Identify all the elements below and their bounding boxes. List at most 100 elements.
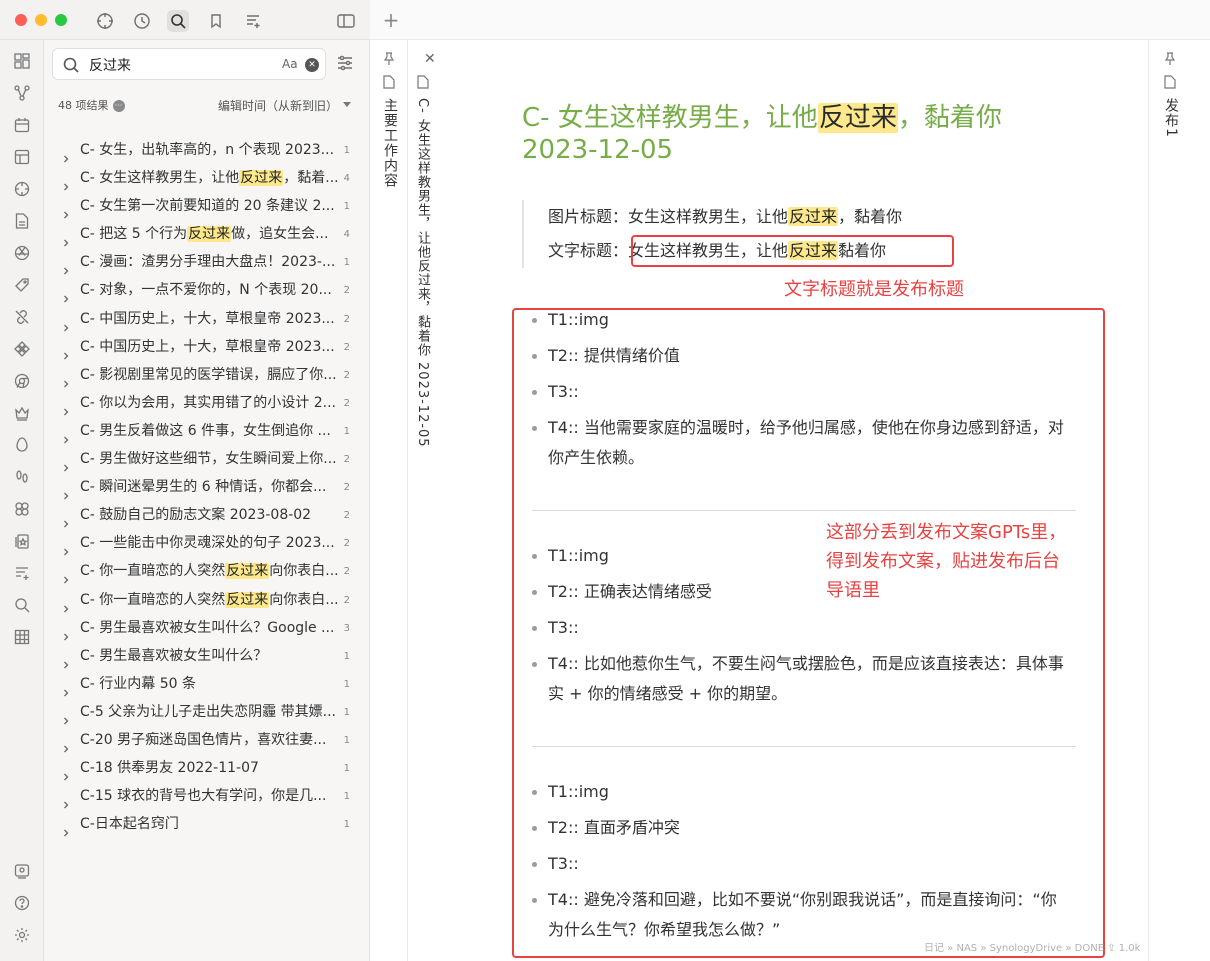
result-title[interactable]: C-日本起名窍门: [80, 810, 338, 838]
result-title[interactable]: C- 一些能击中你灵魂深处的句子 2023...: [80, 529, 338, 557]
egg-icon[interactable]: [13, 436, 31, 454]
result-title[interactable]: C- 女生这样教男生，让他反过来，黏着...: [80, 164, 338, 192]
result-title[interactable]: C-18 供奉男友 2022-11-07: [80, 754, 338, 782]
chevron-right-icon[interactable]: [62, 538, 70, 556]
search-result-item[interactable]: C-日本起名窍门 1: [56, 810, 356, 838]
clear-search-icon[interactable]: ✕: [305, 58, 319, 72]
search-result-item[interactable]: C- 你一直暗恋的人突然反过来向你表白... 2: [56, 557, 356, 585]
list-item[interactable]: T3::: [532, 613, 1072, 643]
list-item[interactable]: T2:: 提供情绪价值: [532, 341, 1072, 371]
result-title[interactable]: C- 对象，一点不爱你的，N 个表现 20...: [80, 276, 338, 304]
crown-icon[interactable]: [13, 404, 31, 422]
result-title[interactable]: C- 女生第一次前要知道的 20 条建议 2...: [80, 192, 338, 220]
result-title[interactable]: C- 中国历史上，十大，草根皇帝 2023...: [80, 333, 338, 361]
footprints-icon[interactable]: [13, 468, 31, 486]
search-result-item[interactable]: C- 一些能击中你灵魂深处的句子 2023... 2: [56, 529, 356, 557]
search-result-item[interactable]: C- 男生反着做这 6 件事，女生倒追你 ... 1: [56, 417, 356, 445]
search-result-item[interactable]: C- 女生第一次前要知道的 20 条建议 2... 1: [56, 192, 356, 220]
table-icon[interactable]: [13, 628, 31, 646]
result-title[interactable]: C- 男生最喜欢被女生叫什么？: [80, 642, 338, 670]
result-title[interactable]: C- 影视剧里常见的医学错误，膈应了你...: [80, 361, 338, 389]
search-result-item[interactable]: C- 漫画：渣男分手理由大盘点！2023-... 1: [56, 248, 356, 276]
list-item[interactable]: T3::: [532, 377, 1072, 407]
help-icon[interactable]: [13, 894, 31, 912]
list-add-icon[interactable]: [13, 564, 31, 582]
search-icon[interactable]: [13, 596, 31, 614]
search-result-item[interactable]: C- 你一直暗恋的人突然反过来向你表白... 2: [56, 586, 356, 614]
search-result-item[interactable]: C- 男生最喜欢被女生叫什么？ 1: [56, 642, 356, 670]
search-result-item[interactable]: C-20 男子痴迷岛国色情片，喜欢往妻... 1: [56, 726, 356, 754]
crosshair-icon[interactable]: [94, 10, 116, 32]
note-editor[interactable]: C- 女生这样教男生，让他反过来，黏着你 2023-12-05 图片标题：女生这…: [438, 40, 1148, 961]
search-result-item[interactable]: C-5 父亲为让儿子走出失恋阴霾 带其嫖... 1: [56, 698, 356, 726]
close-window-button[interactable]: [15, 14, 27, 26]
search-result-item[interactable]: C-18 供奉男友 2022-11-07 1: [56, 754, 356, 782]
file-icon[interactable]: [13, 212, 31, 230]
search-result-item[interactable]: C- 中国历史上，十大，草根皇帝 2023... 2: [56, 305, 356, 333]
list-item[interactable]: T3::: [532, 849, 1072, 879]
chevron-right-icon[interactable]: [62, 370, 70, 388]
chevron-right-icon[interactable]: [62, 595, 70, 612]
list-item[interactable]: T4:: 当他需要家庭的温暖时，给予他归属感，使他在你身边感到舒适，对你产生依赖…: [532, 413, 1072, 473]
chevron-right-icon[interactable]: [62, 257, 70, 275]
aperture-icon[interactable]: [13, 244, 31, 262]
chevron-right-icon[interactable]: [62, 651, 70, 669]
chevron-right-icon[interactable]: [62, 454, 70, 472]
result-title[interactable]: C- 你一直暗恋的人突然反过来向你表白...: [80, 586, 338, 614]
list-item[interactable]: T1::img: [532, 541, 1072, 571]
result-title[interactable]: C- 鼓励自己的励志文案 2023-08-02: [80, 501, 338, 529]
calendar-icon[interactable]: [13, 116, 31, 134]
pin-icon[interactable]: [382, 51, 396, 65]
plugin-icon[interactable]: [13, 340, 31, 358]
search-result-item[interactable]: C- 男生最喜欢被女生叫什么？Google ... 3: [56, 614, 356, 642]
chevron-right-icon[interactable]: [62, 482, 70, 500]
chevron-right-icon[interactable]: [62, 229, 70, 247]
tab-active-note[interactable]: C- 女生这样教男生，让他反过来，黏着你 2023-12-05: [408, 40, 438, 961]
search-result-item[interactable]: C- 把这 5 个行为反过来做，追女生会... 4: [56, 220, 356, 248]
list-item[interactable]: T4:: 避免冷落和回避，比如不要说“你别跟我说话”，而是直接询问：“你为什么生…: [532, 885, 1072, 945]
link-off-icon[interactable]: [13, 308, 31, 326]
layout-icon[interactable]: [13, 148, 31, 166]
match-case-button[interactable]: Aa: [282, 57, 298, 71]
settings-gear-icon[interactable]: [13, 926, 31, 944]
chevron-right-icon[interactable]: [62, 763, 70, 781]
new-tab-button[interactable]: +: [380, 9, 402, 31]
chevron-right-icon[interactable]: [62, 510, 70, 528]
chevron-right-icon[interactable]: [62, 173, 70, 191]
result-title[interactable]: C- 行业内幕 50 条: [80, 670, 338, 698]
result-title[interactable]: C- 男生做好这些细节，女生瞬间爱上你...: [80, 445, 338, 473]
search-result-item[interactable]: C- 影视剧里常见的医学错误，膈应了你... 2: [56, 361, 356, 389]
chevron-right-icon[interactable]: [62, 623, 70, 641]
result-title[interactable]: C- 男生反着做这 6 件事，女生倒追你 ...: [80, 417, 338, 445]
result-title[interactable]: C- 漫画：渣男分手理由大盘点！2023-...: [80, 248, 338, 276]
sort-caret-icon[interactable]: [343, 102, 351, 107]
chevron-right-icon[interactable]: [62, 285, 70, 303]
search-input[interactable]: 反过来 Aa ✕: [52, 48, 326, 80]
result-title[interactable]: C- 把这 5 个行为反过来做，追女生会...: [80, 220, 338, 248]
result-title[interactable]: C- 女生，出轨率高的，n 个表现 2023...: [80, 136, 338, 164]
search-result-item[interactable]: C-15 球衣的背号也大有学问，你是几... 1: [56, 782, 356, 810]
search-query[interactable]: 反过来: [89, 55, 131, 75]
chevron-right-icon[interactable]: [62, 707, 70, 725]
clock-icon[interactable]: [131, 10, 153, 32]
chevron-right-icon[interactable]: [62, 201, 70, 219]
chevron-right-icon[interactable]: [62, 314, 70, 332]
result-title[interactable]: C- 你以为会用，其实用错了的小设计 2...: [80, 389, 338, 417]
result-title[interactable]: C- 你一直暗恋的人突然反过来向你表白...: [80, 557, 338, 585]
result-title[interactable]: C-20 男子痴迷岛国色情片，喜欢往妻...: [80, 726, 338, 754]
result-title[interactable]: C- 男生最喜欢被女生叫什么？Google ...: [80, 614, 338, 642]
search-result-item[interactable]: C- 女生这样教男生，让他反过来，黏着... 4: [56, 164, 356, 192]
chevron-right-icon[interactable]: [62, 342, 70, 360]
search-result-item[interactable]: C- 女生，出轨率高的，n 个表现 2023... 1: [56, 136, 356, 164]
pin-icon[interactable]: [1163, 51, 1177, 65]
target-icon[interactable]: [13, 180, 31, 198]
dashboard-icon[interactable]: [13, 52, 31, 70]
list-item[interactable]: T1::img: [532, 777, 1072, 807]
chevron-right-icon[interactable]: [62, 566, 70, 584]
graph-icon[interactable]: [13, 84, 31, 102]
chevron-right-icon[interactable]: [62, 735, 70, 753]
result-title[interactable]: C- 瞬间迷晕男生的 6 种情话，你都会...: [80, 473, 338, 501]
search-result-item[interactable]: C- 行业内幕 50 条 1: [56, 670, 356, 698]
list-item[interactable]: T4:: 比如他惹你生气，不要生闷气或摆脸色，而是应该直接表达：具体事实 + 你…: [532, 649, 1072, 709]
chevron-right-icon[interactable]: [62, 426, 70, 444]
